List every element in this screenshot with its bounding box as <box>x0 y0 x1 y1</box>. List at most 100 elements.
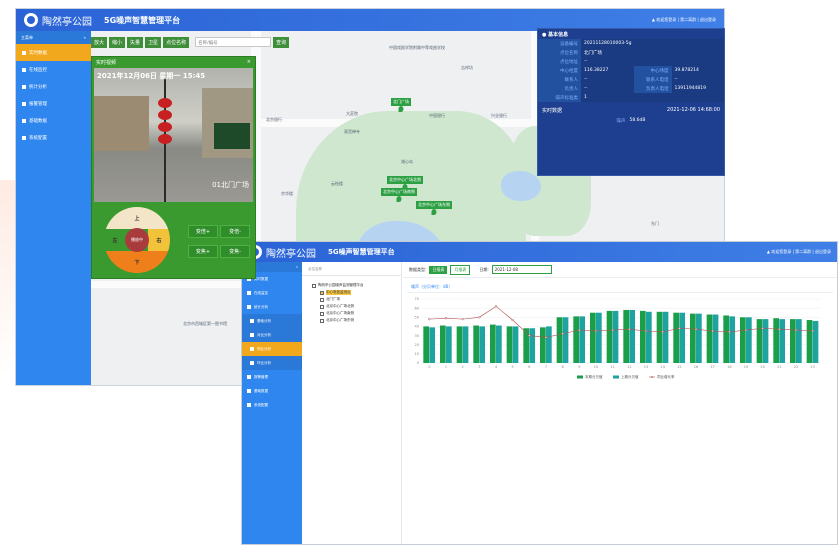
map-search-button[interactable]: 查询 <box>273 37 290 48</box>
sidebar-item-settings[interactable]: 系统配置 <box>16 129 91 146</box>
info-row-standard: 噪声标准类 1 <box>538 93 724 102</box>
map-marker-center-east[interactable]: 北京中心广场东侧 <box>416 201 452 209</box>
collapse-icon[interactable]: « <box>84 35 86 40</box>
sidebar-item-label: 统计分析 <box>29 84 47 90</box>
bar-current <box>440 325 446 363</box>
expand-icon[interactable] <box>312 283 316 288</box>
logo-icon <box>24 13 38 27</box>
video-stream[interactable]: 2021年12月06日 星期一 15:45 01北门广场 <box>94 68 253 202</box>
sidebar: 主菜单 « 实时数据 在线监控 统计分析 基础分析 对比分析 同比分析 环比分析… <box>242 262 302 544</box>
info-key: 联系人电话 <box>633 75 672 84</box>
x-tick-label: 23 <box>810 365 814 369</box>
sidebar-item-stats[interactable]: 统计分析 <box>242 300 302 314</box>
growth-point <box>644 329 648 333</box>
legend-label: 上期分贝值 <box>621 374 639 379</box>
collapse-icon[interactable]: « <box>296 265 298 269</box>
sidebar-item-realtime[interactable]: 实时数据 <box>16 44 91 61</box>
info-row: 设备编号 20211128010003-5g <box>538 39 724 48</box>
ptz-right-button[interactable]: 右 <box>148 229 170 251</box>
sidebar-item-settings[interactable]: 系统配置 <box>242 398 302 412</box>
tree-item[interactable]: 北京中心广场东侧 <box>302 317 401 324</box>
chart-title: 噪声（分贝单位：dB） <box>407 282 833 293</box>
x-tick-label: 4 <box>495 365 498 369</box>
x-tick-label: 11 <box>610 365 614 369</box>
bar-previous <box>746 317 752 363</box>
map-marker-center-north[interactable]: 北京中心广场北侧 <box>387 176 423 184</box>
ptz-left-button[interactable]: 左 <box>104 229 126 251</box>
growth-point <box>728 330 731 334</box>
bar-current <box>656 311 663 363</box>
sidebar-item-stats[interactable]: 统计分析 <box>16 78 91 95</box>
sidebar-item-monitor[interactable]: 在线监控 <box>16 61 91 78</box>
map-search-input[interactable]: 名称/编号 <box>195 37 272 47</box>
sidebar-subitem-yoy[interactable]: 同比分析 <box>242 342 302 356</box>
focus-out-button[interactable]: 变焦- <box>220 245 250 258</box>
growth-point <box>744 328 748 332</box>
tree-item[interactable]: 北门广场 <box>302 296 401 303</box>
realtime-timestamp: 2021-12-06 14:68:00 <box>666 107 720 113</box>
point-name-button[interactable]: 点位名称 <box>163 37 190 48</box>
info-value: 北门广场 <box>581 48 724 57</box>
lake <box>501 171 541 201</box>
map-label: 云绘楼 <box>331 181 343 186</box>
info-row-coords: 中心经度 116.38227 中心纬度 39.878214 <box>538 66 724 75</box>
noise-value: 58.6dB <box>629 118 646 123</box>
share-icon <box>247 389 251 393</box>
sidebar-item-monitor[interactable]: 在线监控 <box>242 286 302 300</box>
bar-previous <box>629 309 636 363</box>
header-bar: 陶然亭公园 5G噪声智慧管理平台 ▲ 欢迎您登录 | 第二离群 | 退出登录 <box>242 242 837 262</box>
bar-previous <box>562 317 569 363</box>
monthly-report-button[interactable]: 月报表 <box>450 264 471 275</box>
daily-report-button[interactable]: 日报表 <box>429 265 448 274</box>
ptz-down-button[interactable]: 下 <box>104 251 170 273</box>
bar-previous <box>662 311 669 363</box>
y-tick-label: 0 <box>417 361 419 365</box>
x-tick-label: 19 <box>744 365 748 369</box>
map-marker-north-gate[interactable]: 北门广场 <box>391 98 411 106</box>
growth-point <box>761 327 764 330</box>
zoom-in-camera-button[interactable]: 变倍+ <box>188 225 218 238</box>
map-label: 东门 <box>651 221 659 226</box>
x-tick-label: 17 <box>710 365 714 369</box>
y-tick-label: 60 <box>415 306 419 310</box>
bar-previous <box>762 319 769 363</box>
tree-item[interactable]: 中心电信监测点 <box>302 289 401 296</box>
sidebar-item-alarm[interactable]: 报警管理 <box>16 95 91 112</box>
info-value: -- <box>581 75 634 84</box>
sidebar-subitem-basic[interactable]: 基础分析 <box>242 314 302 328</box>
focus-in-button[interactable]: 变焦+ <box>188 245 218 258</box>
close-icon[interactable]: × <box>247 59 251 65</box>
satellite-layer-button[interactable]: 卫星 <box>145 37 162 48</box>
info-key: 设备编号 <box>538 39 581 48</box>
noise-label: 噪声 <box>616 119 626 124</box>
bar-current <box>540 327 546 363</box>
vector-layer-button[interactable]: 矢量 <box>127 37 144 48</box>
user-bar[interactable]: ▲ 欢迎您登录 | 第二离群 | 退出登录 <box>767 249 831 255</box>
x-tick-label: 5 <box>512 365 514 369</box>
info-key: 负责人电话 <box>633 84 672 93</box>
sidebar-subitem-mom[interactable]: 环比分析 <box>242 356 302 370</box>
user-bar[interactable]: ▲ 欢迎您登录 | 第二离群 | 退出登录 <box>652 17 716 23</box>
tree-root[interactable]: 陶然亭公园噪声监测管理平台 <box>302 282 401 289</box>
map-marker-center-south[interactable]: 北京中心广场南侧 <box>381 188 417 196</box>
zoom-out-camera-button[interactable]: 变倍- <box>220 225 250 238</box>
sidebar-item-alarm[interactable]: 报警管理 <box>242 370 302 384</box>
growth-point <box>628 328 631 331</box>
sidebar-item-base-data[interactable]: 基础数据 <box>242 384 302 398</box>
info-row-contact: 联系人 -- 联系人电话 -- <box>538 75 724 84</box>
zoom-in-button[interactable]: 放大 <box>91 37 108 48</box>
tree-item[interactable]: 北京中心广场北侧 <box>302 303 401 310</box>
bar-current <box>523 328 530 363</box>
date-input[interactable]: 2021-12-08 <box>491 265 552 274</box>
zoom-out-button[interactable]: 缩小 <box>109 37 126 48</box>
share-icon <box>22 135 26 140</box>
video-panel-title: 实时视频 <box>96 60 117 66</box>
sidebar-item-base-data[interactable]: 基础数据 <box>16 112 91 129</box>
info-row: 点位名称 北门广场 <box>538 48 724 57</box>
ptz-up-button[interactable]: 上 <box>104 207 170 229</box>
legend-swatch <box>613 375 619 379</box>
tree-item[interactable]: 北京中心广场南侧 <box>302 310 401 317</box>
camera-icon <box>22 67 26 72</box>
ptz-center-button[interactable]: 播放中 <box>125 228 149 252</box>
sidebar-subitem-compare[interactable]: 对比分析 <box>242 328 302 342</box>
